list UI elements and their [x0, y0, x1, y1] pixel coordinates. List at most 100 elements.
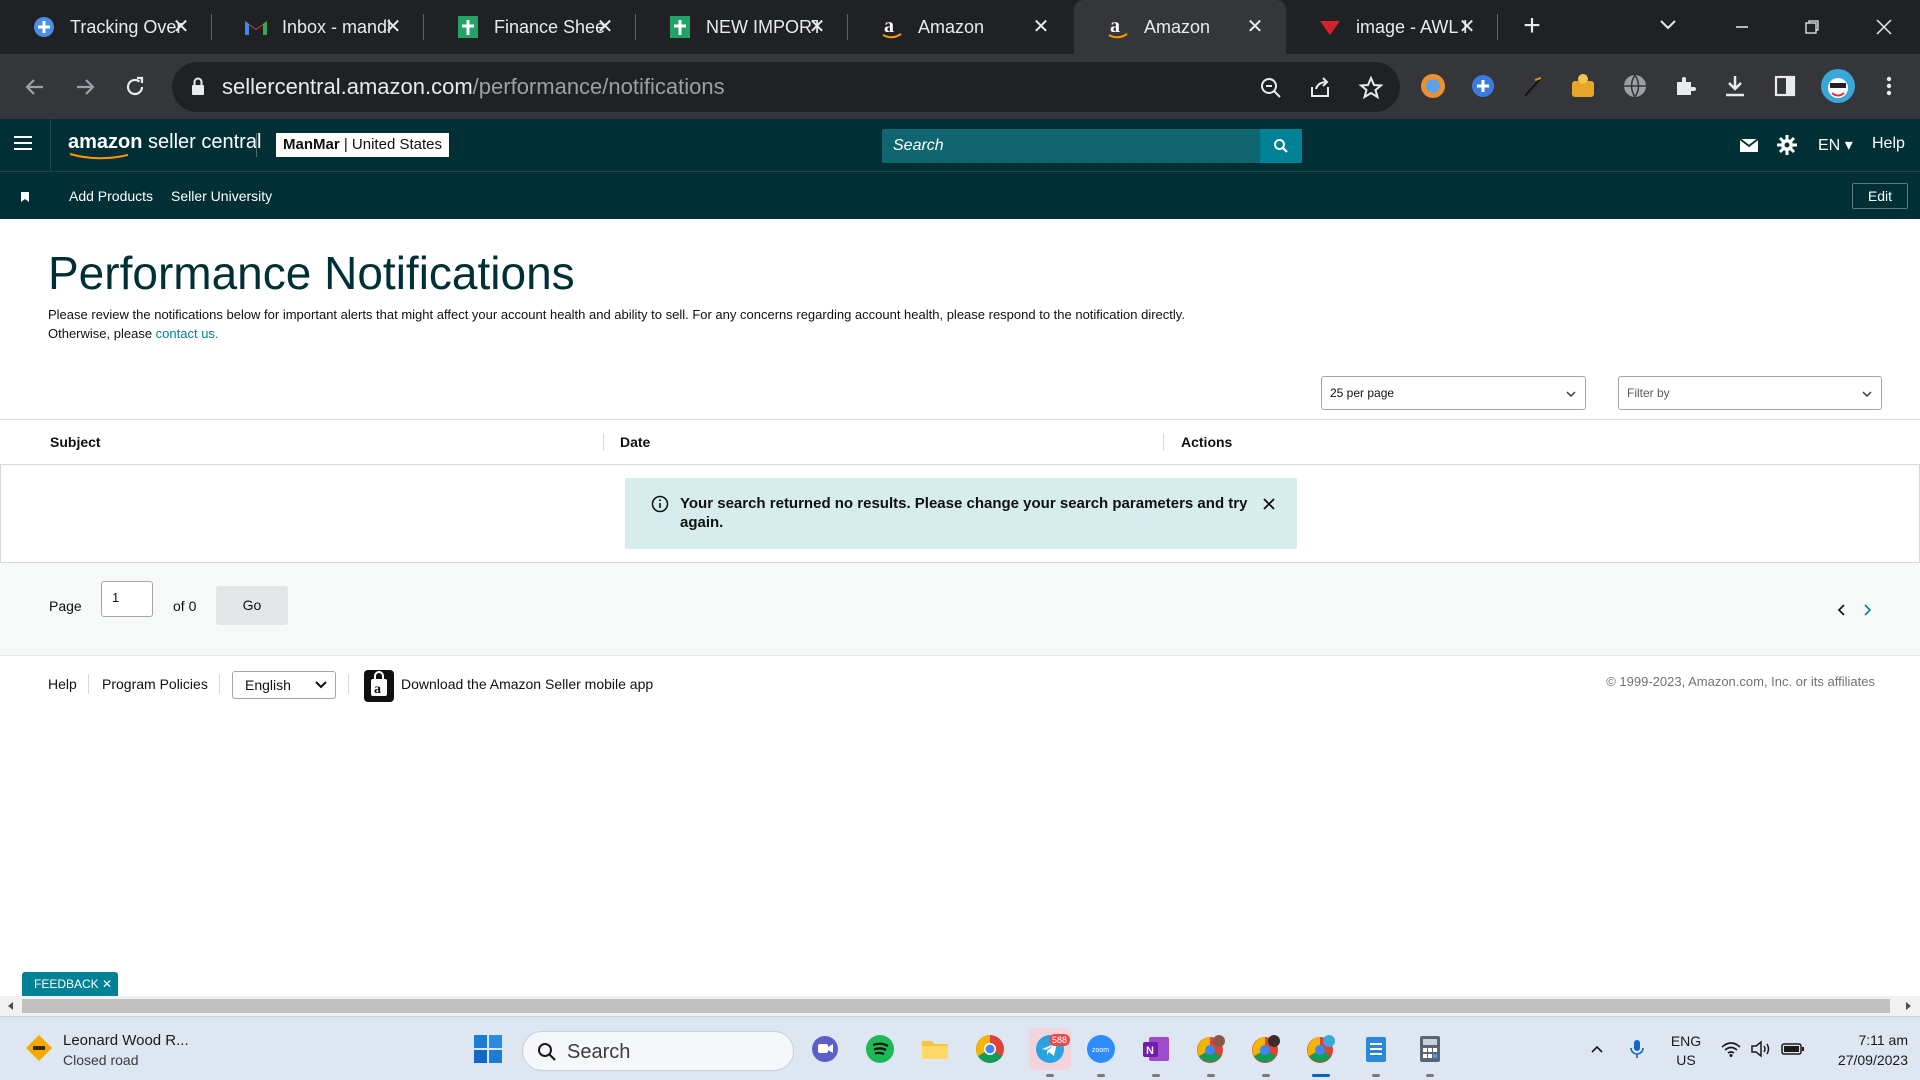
language-indicator-top[interactable]: ENG	[1668, 1033, 1704, 1049]
traffic-alert-icon[interactable]	[24, 1033, 54, 1063]
tab-search-chevron-icon[interactable]	[1656, 12, 1680, 36]
contact-us-link[interactable]: contact us.	[156, 326, 219, 341]
tab-image-awl[interactable]: image - AWL I ✕	[1286, 0, 1498, 54]
clock-time[interactable]: 7:11 am	[1812, 1032, 1908, 1048]
edit-nav-button[interactable]: Edit	[1852, 183, 1908, 209]
tab-finance-sheet[interactable]: Finance Sheet ✕	[424, 0, 636, 54]
share-icon[interactable]	[1308, 75, 1334, 101]
tab-close-icon[interactable]: ✕	[1028, 14, 1054, 40]
forward-arrow-icon[interactable]	[68, 70, 102, 104]
settings-gear-icon[interactable]	[1776, 134, 1798, 156]
restore-icon[interactable]	[1782, 0, 1842, 54]
seller-central-logo[interactable]: amazon seller central	[68, 131, 261, 160]
reload-icon[interactable]	[118, 70, 152, 104]
profile-avatar[interactable]	[1820, 68, 1856, 104]
chrome-profile-icon[interactable]	[1305, 1033, 1337, 1065]
battery-icon[interactable]	[1776, 1033, 1810, 1065]
clock-date[interactable]: 27/09/2023	[1812, 1052, 1908, 1068]
minimize-icon[interactable]	[1712, 0, 1772, 54]
calculator-icon[interactable]	[1414, 1033, 1446, 1065]
tab-close-icon[interactable]: ✕	[168, 14, 194, 40]
footer-language-select[interactable]: English	[232, 671, 336, 699]
chevron-down-icon	[315, 681, 327, 689]
close-window-icon[interactable]	[1854, 0, 1914, 54]
previous-page-chevron-icon[interactable]	[1836, 603, 1848, 617]
tab-tracking-overview[interactable]: Tracking Overv ✕	[0, 0, 212, 54]
footer-program-policies-link[interactable]: Program Policies	[102, 676, 208, 692]
spotify-icon[interactable]	[864, 1033, 896, 1065]
back-arrow-icon[interactable]	[18, 70, 52, 104]
tab-close-icon[interactable]: ✕	[380, 14, 406, 40]
taskbar-search-box[interactable]: Search	[522, 1031, 794, 1071]
scrollbar-thumb[interactable]	[22, 999, 1890, 1013]
show-hidden-icons-chevron-icon[interactable]	[1582, 1033, 1612, 1065]
extension-orange-circle-icon[interactable]	[1418, 71, 1448, 101]
traffic-alert-title[interactable]: Leonard Wood R...	[63, 1032, 189, 1049]
browser-menu-icon[interactable]	[1874, 71, 1904, 101]
per-page-select[interactable]: 25 per page	[1321, 376, 1586, 410]
scroll-left-arrow-icon[interactable]	[5, 1000, 17, 1012]
download-icon[interactable]	[1720, 71, 1750, 101]
tab-new-important[interactable]: NEW IMPORTA ✕	[636, 0, 848, 54]
teams-chat-icon[interactable]	[809, 1033, 841, 1065]
tab-close-icon[interactable]: ✕	[804, 14, 830, 40]
column-header-subject[interactable]: Subject	[50, 434, 101, 450]
download-app-link[interactable]: Download the Amazon Seller mobile app	[401, 676, 653, 692]
tab-close-icon[interactable]: ✕	[592, 14, 618, 40]
feedback-button[interactable]: FEEDBACK ✕	[22, 972, 118, 996]
page-number-input[interactable]: 1	[101, 581, 153, 617]
amazon-seller-app-icon[interactable]: a	[364, 670, 394, 702]
tab-amazon-1[interactable]: a Amazon ✕	[848, 0, 1072, 54]
notepad-icon[interactable]	[1360, 1033, 1392, 1065]
chrome-profile-icon[interactable]	[1195, 1033, 1227, 1065]
language-indicator-bottom[interactable]: US	[1668, 1052, 1704, 1068]
zoom-app-icon[interactable]: zoom	[1085, 1033, 1117, 1065]
store-switcher[interactable]: ManMar | United States	[276, 133, 449, 157]
running-indicator	[1262, 1074, 1270, 1077]
extension-feather-icon[interactable]	[1518, 71, 1548, 101]
extension-cookie-icon[interactable]	[1568, 71, 1598, 101]
tab-close-icon[interactable]: ✕	[1454, 14, 1480, 40]
help-link[interactable]: Help	[1872, 135, 1905, 153]
file-explorer-icon[interactable]	[919, 1033, 951, 1065]
nav-link-add-products[interactable]: Add Products	[69, 188, 153, 204]
tab-amazon-active[interactable]: a Amazon ✕	[1074, 0, 1286, 54]
extension-globe-icon[interactable]	[1620, 71, 1650, 101]
nav-link-seller-university[interactable]: Seller University	[171, 188, 272, 204]
language-selector[interactable]: EN ▾	[1818, 135, 1853, 155]
column-header-date[interactable]: Date	[620, 434, 650, 450]
chrome-profile-icon[interactable]	[1250, 1033, 1282, 1065]
mail-icon[interactable]	[1738, 134, 1760, 156]
tab-inbox[interactable]: Inbox - mandi ✕	[212, 0, 424, 54]
new-tab-plus-icon[interactable]: +	[1516, 11, 1548, 43]
tab-title: Inbox - mandi	[282, 16, 392, 37]
url-domain: sellercentral.amazon.com	[222, 74, 473, 99]
onenote-icon[interactable]: N	[1140, 1033, 1172, 1065]
address-bar[interactable]: sellercentral.amazon.com/performance/not…	[172, 62, 1400, 112]
zoom-icon[interactable]	[1258, 75, 1284, 101]
close-feedback-icon[interactable]: ✕	[102, 977, 112, 991]
bookmark-icon[interactable]	[20, 190, 30, 202]
filter-by-select[interactable]: Filter by	[1618, 376, 1882, 410]
chrome-icon[interactable]	[974, 1033, 1006, 1065]
close-alert-icon[interactable]	[1261, 496, 1277, 512]
url-text[interactable]: sellercentral.amazon.com/performance/not…	[222, 74, 725, 100]
search-button[interactable]	[1260, 129, 1302, 163]
extension-tracking-icon[interactable]	[1468, 71, 1498, 101]
extensions-puzzle-icon[interactable]	[1670, 71, 1700, 101]
volume-icon[interactable]	[1746, 1033, 1776, 1065]
scroll-right-arrow-icon[interactable]	[1902, 1000, 1914, 1012]
footer-help-link[interactable]: Help	[48, 676, 77, 692]
microphone-icon[interactable]	[1622, 1033, 1652, 1065]
seller-search-input[interactable]: Search	[882, 129, 1260, 163]
hamburger-menu-icon[interactable]	[14, 136, 34, 152]
tab-close-icon[interactable]: ✕	[1242, 14, 1268, 40]
windows-start-icon[interactable]	[472, 1033, 504, 1065]
bookmark-star-icon[interactable]	[1358, 75, 1384, 101]
next-page-chevron-icon[interactable]	[1861, 603, 1873, 617]
wifi-icon[interactable]	[1716, 1033, 1746, 1065]
horizontal-scrollbar[interactable]	[0, 996, 1920, 1016]
side-panel-icon[interactable]	[1770, 71, 1800, 101]
go-button[interactable]: Go	[216, 586, 288, 625]
lock-icon[interactable]	[190, 77, 206, 97]
